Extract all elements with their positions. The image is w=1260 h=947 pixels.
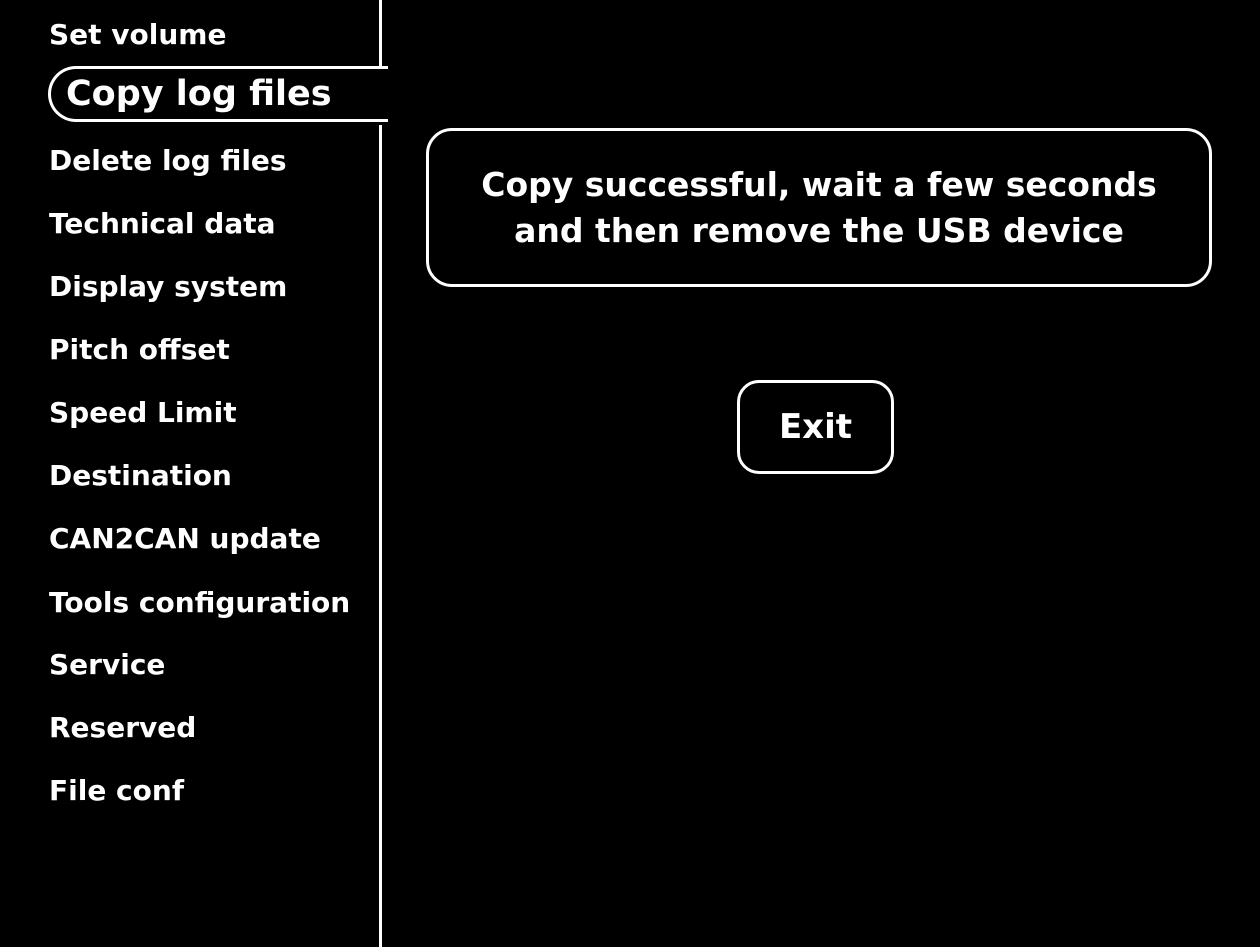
menu-item-file-conf[interactable]: File conf: [49, 774, 184, 808]
status-message-line-1: Copy successful, wait a few seconds: [481, 164, 1157, 204]
exit-button[interactable]: Exit: [737, 380, 894, 474]
menu-item-destination[interactable]: Destination: [49, 459, 232, 493]
status-message-line-2: and then remove the USB device: [514, 210, 1124, 250]
menu-divider: [379, 125, 382, 947]
menu-item-tools-configuration[interactable]: Tools configuration: [49, 586, 350, 620]
menu-item-set-volume[interactable]: Set volume: [49, 18, 226, 52]
menu-item-speed-limit[interactable]: Speed Limit: [49, 396, 237, 430]
menu-item-service[interactable]: Service: [49, 648, 165, 682]
menu-item-reserved[interactable]: Reserved: [49, 711, 196, 745]
menu-item-delete-log-files[interactable]: Delete log files: [49, 144, 287, 178]
menu-item-technical-data[interactable]: Technical data: [49, 207, 276, 241]
menu-item-pitch-offset[interactable]: Pitch offset: [49, 333, 230, 367]
status-message-box: Copy successful, wait a few seconds and …: [426, 128, 1212, 287]
settings-menu: Set volume Copy log files Delete log fil…: [0, 0, 388, 947]
menu-item-copy-log-files[interactable]: Copy log files: [48, 66, 388, 122]
menu-divider: [379, 0, 382, 68]
menu-item-display-system[interactable]: Display system: [49, 270, 287, 304]
menu-item-can2can-update[interactable]: CAN2CAN update: [49, 522, 321, 556]
